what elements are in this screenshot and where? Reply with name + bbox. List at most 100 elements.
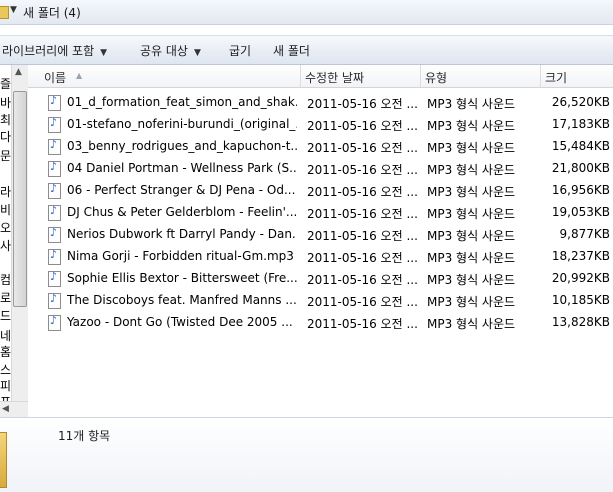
scroll-left-icon[interactable]: ◀ <box>2 404 9 414</box>
column-header-type[interactable]: 유형 <box>421 65 541 87</box>
table-row[interactable]: Yazoo - Dont Go (Twisted Dee 2005 ... 20… <box>28 312 613 334</box>
nav-horizontal-scrollbar[interactable]: ◀ <box>0 401 28 418</box>
file-size: 13,828KB <box>551 315 610 329</box>
file-date: 2011-05-16 오전 ... <box>307 97 418 111</box>
file-name: Sophie Ellis Bextor - Bittersweet (Fre..… <box>67 271 297 285</box>
audio-file-icon <box>48 138 61 155</box>
nav-item[interactable]: 라 <box>0 183 11 200</box>
nav-item[interactable]: 비 <box>0 201 11 218</box>
table-row[interactable]: Nima Gorji - Forbidden ritual-Gm.mp3 201… <box>28 246 613 268</box>
table-row[interactable]: Sophie Ellis Bextor - Bittersweet (Fre..… <box>28 268 613 290</box>
nav-item[interactable]: 스 <box>0 361 11 378</box>
nav-vertical-scrollbar[interactable]: ▲ ▼ <box>11 65 29 417</box>
details-pane: 11개 항목 <box>0 417 613 492</box>
column-header-name[interactable]: 이름 ▲ <box>28 65 301 87</box>
burn-button[interactable]: 굽기 <box>229 42 251 59</box>
nav-item[interactable]: 최 <box>0 111 11 128</box>
file-size: 18,237KB <box>551 249 610 263</box>
nav-item[interactable]: 다 <box>0 128 11 145</box>
nav-item[interactable]: 로 <box>0 289 11 306</box>
chevron-down-icon[interactable]: ▼ <box>10 5 17 15</box>
table-row[interactable]: 01-stefano_noferini-burundi_(original_..… <box>28 114 613 136</box>
file-name: Nima Gorji - Forbidden ritual-Gm.mp3 <box>67 249 294 263</box>
audio-file-icon <box>48 292 61 309</box>
file-date: 2011-05-16 오전 ... <box>307 119 418 133</box>
file-date: 2011-05-16 오전 ... <box>307 273 418 287</box>
scrollbar-thumb[interactable] <box>13 91 27 307</box>
audio-file-icon <box>48 314 61 331</box>
file-date: 2011-05-16 오전 ... <box>307 163 418 177</box>
table-row[interactable]: DJ Chus & Peter Gelderblom - Feelin'... … <box>28 202 613 224</box>
table-row[interactable]: 04 Daniel Portman - Wellness Park (S... … <box>28 158 613 180</box>
new-folder-button[interactable]: 새 폴더 <box>273 42 310 59</box>
file-name: Yazoo - Dont Go (Twisted Dee 2005 ... <box>67 315 293 329</box>
chevron-down-icon: ▼ <box>193 48 201 58</box>
table-row[interactable]: 01_d_formation_feat_simon_and_shak... 20… <box>28 92 613 114</box>
address-bar[interactable]: ▼ 새 폴더 (4) <box>0 0 613 25</box>
nav-item[interactable]: 즐겨 <box>0 75 11 92</box>
navigation-pane[interactable]: 즐겨 바 최 다 문 라 비 오 사 컴 로 드 네 홈 스 피 프 <box>0 65 11 417</box>
file-name: 04 Daniel Portman - Wellness Park (S... <box>67 161 297 175</box>
file-type: MP3 형식 사운드 <box>427 207 516 221</box>
audio-file-icon <box>48 248 61 265</box>
nav-item[interactable]: 드 <box>0 307 11 324</box>
share-with-button[interactable]: 공유 대상 ▼ <box>140 42 201 59</box>
file-type: MP3 형식 사운드 <box>427 295 516 309</box>
table-row[interactable]: 03_benny_rodrigues_and_kapuchon-t... 201… <box>28 136 613 158</box>
file-type: MP3 형식 사운드 <box>427 163 516 177</box>
nav-item[interactable]: 네 <box>0 327 11 344</box>
file-name: 06 - Perfect Stranger & DJ Pena - Od... <box>67 183 296 197</box>
file-name: DJ Chus & Peter Gelderblom - Feelin'... <box>67 205 297 219</box>
file-size: 19,053KB <box>551 205 610 219</box>
file-name: The Discoboys feat. Manfred Manns ... <box>67 293 297 307</box>
file-date: 2011-05-16 오전 ... <box>307 229 418 243</box>
table-row[interactable]: Nerios Dubwork ft Darryl Pandy - Dan... … <box>28 224 613 246</box>
column-header-row: 이름 ▲ 수정한 날짜 유형 크기 <box>28 65 613 88</box>
file-name: Nerios Dubwork ft Darryl Pandy - Dan... <box>67 227 297 241</box>
audio-file-icon <box>48 226 61 243</box>
file-size: 10,185KB <box>551 293 610 307</box>
file-type: MP3 형식 사운드 <box>427 317 516 331</box>
file-date: 2011-05-16 오전 ... <box>307 251 418 265</box>
table-row[interactable]: 06 - Perfect Stranger & DJ Pena - Od... … <box>28 180 613 202</box>
nav-item[interactable]: 사 <box>0 237 11 254</box>
nav-item[interactable]: 바 <box>0 94 11 111</box>
file-date: 2011-05-16 오전 ... <box>307 317 418 331</box>
file-type: MP3 형식 사운드 <box>427 119 516 133</box>
audio-file-icon <box>48 182 61 199</box>
file-name: 01-stefano_noferini-burundi_(original_..… <box>67 117 297 131</box>
command-bar: 라이브러리에 포함 ▼ 공유 대상 ▼ 굽기 새 폴더 <box>0 35 613 65</box>
chevron-down-icon: ▼ <box>100 48 108 58</box>
audio-file-icon <box>48 270 61 287</box>
file-date: 2011-05-16 오전 ... <box>307 207 418 221</box>
nav-item[interactable]: 피 <box>0 377 11 394</box>
audio-file-icon <box>48 160 61 177</box>
audio-file-icon <box>48 94 61 111</box>
file-date: 2011-05-16 오전 ... <box>307 295 418 309</box>
file-date: 2011-05-16 오전 ... <box>307 141 418 155</box>
table-row[interactable]: The Discoboys feat. Manfred Manns ... 20… <box>28 290 613 312</box>
file-type: MP3 형식 사운드 <box>427 185 516 199</box>
file-size: 16,956KB <box>551 183 610 197</box>
file-type: MP3 형식 사운드 <box>427 229 516 243</box>
file-size: 21,800KB <box>551 161 610 175</box>
include-library-button[interactable]: 라이브러리에 포함 ▼ <box>2 42 107 59</box>
nav-item[interactable]: 오 <box>0 219 11 236</box>
nav-item[interactable]: 컴 <box>0 271 11 288</box>
column-header-date[interactable]: 수정한 날짜 <box>301 65 421 87</box>
file-list[interactable]: 이름 ▲ 수정한 날짜 유형 크기 01_d_formation_feat_si… <box>28 65 613 417</box>
file-size: 20,992KB <box>551 271 610 285</box>
file-name: 01_d_formation_feat_simon_and_shak... <box>67 95 297 109</box>
file-size: 26,520KB <box>551 95 610 109</box>
file-type: MP3 형식 사운드 <box>427 141 516 155</box>
folder-icon <box>0 432 7 488</box>
audio-file-icon <box>48 116 61 133</box>
file-type: MP3 형식 사운드 <box>427 97 516 111</box>
file-size: 17,183KB <box>551 117 610 131</box>
nav-item[interactable]: 홈 <box>0 343 11 360</box>
address-path[interactable]: 새 폴더 (4) <box>23 4 81 21</box>
file-type: MP3 형식 사운드 <box>427 251 516 265</box>
column-header-size[interactable]: 크기 <box>541 65 613 87</box>
scroll-up-icon[interactable]: ▲ <box>15 67 22 77</box>
nav-item[interactable]: 문 <box>0 147 11 164</box>
